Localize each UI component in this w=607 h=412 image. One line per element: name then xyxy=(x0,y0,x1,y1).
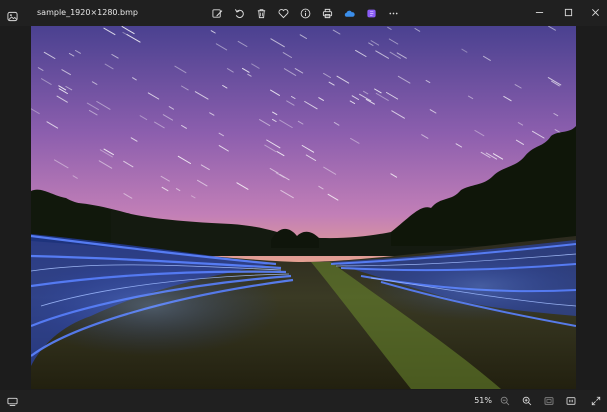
minimize-icon xyxy=(535,11,543,13)
onedrive-cloud-icon xyxy=(344,10,355,17)
title-bar: sample_1920×1280.bmp xyxy=(0,0,607,26)
onedrive-button[interactable] xyxy=(338,5,360,21)
close-icon xyxy=(591,8,599,16)
print-button[interactable] xyxy=(316,5,338,21)
status-bar: 51% xyxy=(0,390,607,412)
maximize-icon xyxy=(564,8,572,16)
clipchamp-button[interactable] xyxy=(360,5,382,21)
print-icon xyxy=(322,8,332,18)
file-info-button[interactable] xyxy=(294,5,316,21)
filmstrip-icon xyxy=(6,397,18,406)
zoom-out-icon xyxy=(500,396,510,406)
zoom-out-button[interactable] xyxy=(497,393,513,409)
filmstrip-button[interactable] xyxy=(4,393,20,409)
zoom-in-button[interactable] xyxy=(519,393,535,409)
edit-image-icon xyxy=(211,8,222,18)
image-toolbar xyxy=(206,5,404,21)
actual-size-button[interactable] xyxy=(563,393,579,409)
more-options-button[interactable] xyxy=(382,5,404,21)
actual-size-icon xyxy=(566,397,576,405)
edit-image-button[interactable] xyxy=(206,5,228,21)
more-options-icon xyxy=(388,12,398,14)
minimize-button[interactable] xyxy=(528,4,550,20)
photos-app-icon xyxy=(7,7,18,22)
maximize-button[interactable] xyxy=(557,4,579,20)
delete-button[interactable] xyxy=(250,5,272,21)
clipchamp-icon xyxy=(366,9,376,17)
fullscreen-button[interactable] xyxy=(588,393,604,409)
info-icon xyxy=(300,8,310,18)
file-name-title: sample_1920×1280.bmp xyxy=(37,8,138,17)
close-button[interactable] xyxy=(584,4,606,20)
fit-to-window-icon xyxy=(544,397,554,405)
photo-image xyxy=(31,26,576,389)
rotate-icon xyxy=(234,8,244,18)
fullscreen-icon xyxy=(591,396,601,406)
image-viewport xyxy=(0,26,607,390)
fit-to-window-button[interactable] xyxy=(541,393,557,409)
favorite-button[interactable] xyxy=(272,5,294,21)
favorite-heart-icon xyxy=(278,8,288,18)
zoom-in-icon xyxy=(522,396,532,406)
rotate-button[interactable] xyxy=(228,5,250,21)
zoom-level-label: 51% xyxy=(474,396,492,405)
delete-icon xyxy=(257,8,265,18)
